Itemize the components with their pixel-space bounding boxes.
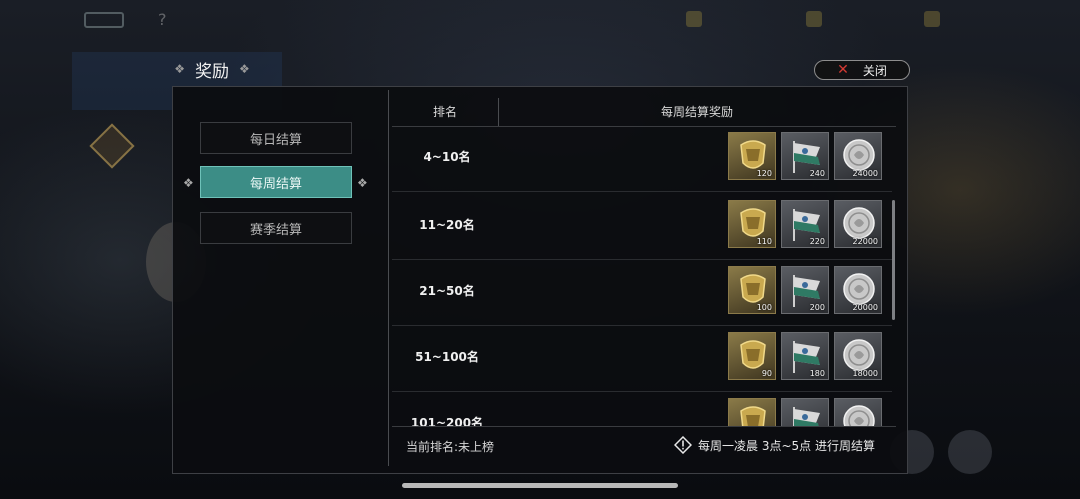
- reward-slot[interactable]: 22000: [834, 200, 882, 248]
- reward-slot[interactable]: 90: [728, 332, 776, 380]
- reward-count: 18000: [852, 369, 878, 378]
- reward-count: 180: [809, 369, 825, 378]
- reward-items: 110 220 22000: [728, 200, 882, 248]
- reward-count: 20000: [852, 303, 878, 312]
- rank-range: 4~10名: [423, 150, 471, 164]
- reward-count: 110: [756, 237, 772, 246]
- header-rank: 排名: [432, 104, 457, 119]
- table-row: 11~20名 110 220 22000: [392, 194, 892, 260]
- home-indicator[interactable]: [402, 483, 678, 488]
- reward-count: 240: [809, 169, 825, 178]
- reward-count: 100: [756, 303, 772, 312]
- ornament-right-icon: ❖: [239, 62, 250, 76]
- reward-count: 200: [809, 303, 825, 312]
- reward-items: 100 200 20000: [728, 266, 882, 314]
- reward-items: 90 180 18000: [728, 332, 882, 380]
- close-button[interactable]: ✕ 关闭: [814, 60, 910, 80]
- currency-icon: [924, 11, 940, 27]
- reward-slot[interactable]: 240: [781, 132, 829, 180]
- background-button: [948, 430, 992, 474]
- reward-slot[interactable]: 200: [781, 266, 829, 314]
- modal-title: 奖励: [195, 61, 229, 82]
- reward-slot[interactable]: 110: [728, 200, 776, 248]
- reward-count: 120: [756, 169, 772, 178]
- reward-items: 120 240 24000: [728, 132, 882, 180]
- scrollbar[interactable]: [892, 200, 895, 320]
- reward-count: 22000: [852, 237, 878, 246]
- tab-ornament-left-icon: ❖: [183, 176, 194, 190]
- warning-icon: [674, 436, 692, 454]
- reward-slot[interactable]: 24000: [834, 132, 882, 180]
- footer-divider: [392, 426, 896, 427]
- table-row: 4~10名 120 240 24000: [392, 128, 892, 192]
- close-label: 关闭: [862, 63, 887, 78]
- reward-slot[interactable]: 120: [728, 132, 776, 180]
- tab-daily-settlement[interactable]: 每日结算: [200, 122, 352, 154]
- table-row: 51~100名 90 180 18000: [392, 326, 892, 392]
- header-weekly-reward: 每周结算奖励: [660, 104, 733, 119]
- reward-slot[interactable]: 18000: [834, 332, 882, 380]
- background-top-bar: ?: [0, 0, 1080, 40]
- rank-range: 101~200名: [410, 416, 484, 426]
- reward-items: [728, 398, 882, 426]
- tab-ornament-right-icon: ❖: [357, 176, 368, 190]
- reward-slot[interactable]: [728, 398, 776, 426]
- reward-slot[interactable]: 220: [781, 200, 829, 248]
- settlement-notice: 每周一凌晨 3点~5点 进行周结算: [674, 436, 875, 454]
- current-rank: 当前排名:未上榜: [406, 440, 495, 454]
- settlement-notice-text: 每周一凌晨 3点~5点 进行周结算: [698, 438, 875, 453]
- currency-slot-3: [924, 10, 940, 28]
- currency-slot-1: [686, 10, 702, 28]
- currency-icon: [686, 11, 702, 27]
- reward-list[interactable]: 4~10名 120 240 24000 11~20名 110 220 22000 21~50名 1…: [392, 128, 892, 426]
- close-icon: ✕: [837, 62, 849, 78]
- currency-icon: [806, 11, 822, 27]
- currency-slot-2: [806, 10, 822, 28]
- ornament-left-icon: ❖: [174, 62, 185, 76]
- reward-slot[interactable]: 180: [781, 332, 829, 380]
- rank-range: 21~50名: [419, 284, 475, 298]
- reward-slot[interactable]: [834, 398, 882, 426]
- table-row: 101~200名: [392, 392, 892, 426]
- tab-weekly-settlement[interactable]: 每周结算: [200, 166, 352, 198]
- rank-range: 51~100名: [415, 350, 479, 364]
- tab-season-settlement[interactable]: 赛季结算: [200, 212, 352, 244]
- reward-slot[interactable]: [781, 398, 829, 426]
- panel-divider: [388, 90, 389, 466]
- reward-count: 90: [761, 369, 772, 378]
- header-underline: [392, 126, 896, 127]
- reward-slot[interactable]: 100: [728, 266, 776, 314]
- reward-slot[interactable]: 20000: [834, 266, 882, 314]
- reward-count: 220: [809, 237, 825, 246]
- help-icon: ?: [158, 10, 167, 29]
- modal-title-bar: ❖ 奖励 ❖: [166, 56, 258, 82]
- table-row: 21~50名 100 200 20000: [392, 260, 892, 326]
- rank-range: 11~20名: [419, 218, 475, 232]
- back-icon: [84, 12, 124, 28]
- reward-count: 24000: [852, 169, 878, 178]
